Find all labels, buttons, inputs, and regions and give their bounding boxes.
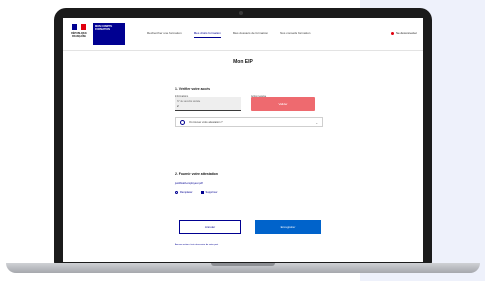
id-input[interactable]: N° de sécurité sociale 2 xyxy=(175,97,241,111)
delete-label: Supprimer xyxy=(205,191,218,194)
logout-link[interactable]: Se déconnecter xyxy=(390,31,417,35)
replace-action[interactable]: Remplacer xyxy=(175,191,193,194)
page-title: Mon EIP xyxy=(233,59,253,65)
id-input-value: 2 xyxy=(177,104,179,108)
laptop-base xyxy=(6,263,480,273)
cancel-button[interactable]: Annuler xyxy=(179,220,241,234)
delete-action[interactable]: Supprimer xyxy=(200,191,218,194)
republique-logo[interactable]: RÉPUBLIQUE FRANÇAISE xyxy=(68,24,90,44)
info-icon xyxy=(180,119,185,125)
brand-text: MON COMPTE FORMATION xyxy=(95,25,113,32)
nav-item-conseils[interactable]: Nos conseils formation xyxy=(280,31,310,38)
rf-text: RÉPUBLIQUE FRANÇAISE xyxy=(71,32,87,38)
laptop-screen: RÉPUBLIQUE FRANÇAISE MON COMPTE FORMATIO… xyxy=(63,18,423,262)
attestation-link[interactable]: justificatif-employeur.pdf xyxy=(175,182,203,185)
logout-label: Se déconnecter xyxy=(395,31,417,35)
flag-icon xyxy=(72,24,87,30)
logout-icon xyxy=(390,31,394,35)
form-card: 1. Vérifier votre accès Informations N° … xyxy=(175,70,325,250)
section-1-title: 1. Vérifier votre accès xyxy=(175,87,211,91)
laptop-base-notch xyxy=(211,263,275,266)
nav-item-rechercher[interactable]: Rechercher une formation xyxy=(147,31,182,38)
footnote: Aucune action n'est nécessaire de votre … xyxy=(175,244,219,246)
section-2-title: 2. Fournir votre attestation xyxy=(175,172,218,176)
main-nav: Rechercher une formation Mes droits form… xyxy=(147,31,310,38)
chevron-down-icon: ⌄ xyxy=(315,121,318,125)
trash-icon xyxy=(200,191,204,194)
nav-item-droits[interactable]: Mes droits formation xyxy=(193,31,221,38)
site-header: RÉPUBLIQUE FRANÇAISE MON COMPTE FORMATIO… xyxy=(63,18,423,51)
replace-label: Remplacer xyxy=(180,191,193,194)
help-accordion-label: Où trouver votre attestation ? xyxy=(189,120,223,124)
validate-button[interactable]: Valider xyxy=(251,97,315,111)
help-accordion[interactable]: Où trouver votre attestation ? ⌄ xyxy=(175,117,323,127)
replace-icon xyxy=(175,191,178,194)
submit-button[interactable]: Enregistrer xyxy=(255,220,321,234)
nav-item-dossiers[interactable]: Mes dossiers de formation xyxy=(233,31,268,38)
webcam xyxy=(239,11,243,15)
file-actions: Remplacer Supprimer xyxy=(175,191,218,194)
id-input-placeholder: N° de sécurité sociale xyxy=(177,100,201,103)
brand-logo[interactable]: MON COMPTE FORMATION xyxy=(93,23,125,45)
